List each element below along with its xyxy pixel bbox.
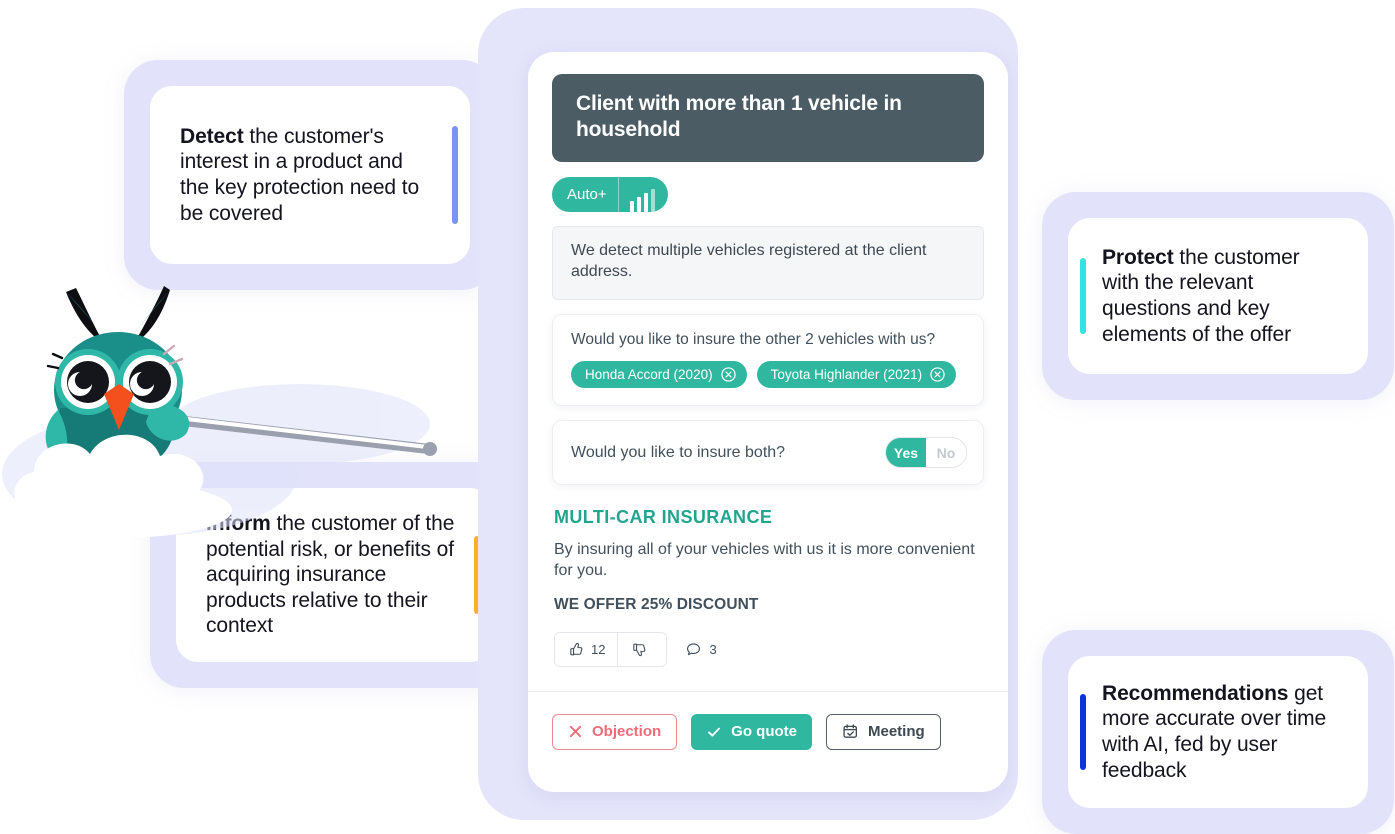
insure-both-label: Would you like to insure both?	[571, 443, 786, 461]
annotation-card-body: Inform the customer of the potential ris…	[176, 488, 492, 662]
annotation-text-detect: Detect the customer's interest in a prod…	[180, 124, 436, 226]
like-button[interactable]: 12	[555, 632, 618, 666]
toggle-option-yes[interactable]: Yes	[886, 438, 926, 468]
annotation-card-inform: Inform the customer of the potential ris…	[150, 462, 518, 688]
comment-bubble-icon	[687, 643, 701, 656]
yes-no-toggle[interactable]: Yes No	[885, 437, 967, 469]
reaction-group: 12	[554, 631, 668, 667]
close-x-icon	[569, 726, 582, 738]
thumbs-up-icon	[570, 642, 583, 656]
calendar-check-icon	[843, 724, 858, 739]
annotation-lead-detect: Detect	[180, 124, 244, 148]
go-quote-button-label: Go quote	[731, 723, 797, 741]
annotation-card-body: Protect the customer with the relevant q…	[1068, 218, 1368, 374]
reaction-row: 12 3	[554, 631, 982, 667]
vehicle-chip-label: Toyota Highlander (2021)	[770, 367, 923, 383]
panel-title: Client with more than 1 vehicle in house…	[552, 74, 984, 163]
vehicle-chip[interactable]: Honda Accord (2020)	[571, 361, 747, 389]
annotation-card-recommendations: Recommendations get more accurate over t…	[1042, 630, 1394, 834]
signal-bars-icon	[619, 177, 668, 213]
vehicle-question-text: Would you like to insure the other 2 veh…	[571, 330, 936, 348]
page-root: Detect the customer's interest in a prod…	[0, 0, 1395, 834]
go-quote-button[interactable]: Go quote	[691, 713, 812, 750]
annotation-card-protect: Protect the customer with the relevant q…	[1042, 192, 1394, 400]
recommendation-panel: Client with more than 1 vehicle in house…	[528, 52, 1008, 792]
offer-section: MULTI-CAR INSURANCE By insuring all of y…	[552, 507, 984, 667]
comment-count: 3	[709, 641, 717, 657]
vehicle-chip-label: Honda Accord (2020)	[585, 367, 713, 383]
product-badge-label: Auto+	[567, 186, 607, 204]
annotation-text-recommendations: Recommendations get more accurate over t…	[1102, 681, 1338, 783]
close-circle-icon[interactable]	[930, 367, 945, 382]
annotation-lead-recommendations: Recommendations	[1102, 681, 1289, 705]
close-circle-icon[interactable]	[720, 367, 736, 382]
annotation-lead-protect: Protect	[1102, 245, 1174, 269]
toggle-option-no[interactable]: No	[926, 438, 966, 468]
objection-button[interactable]: Objection	[552, 713, 678, 750]
detection-note: We detect multiple vehicles registered a…	[552, 226, 984, 300]
device-frame: Client with more than 1 vehicle in house…	[478, 8, 1018, 820]
annotation-lead-inform: Inform	[206, 511, 271, 535]
offer-discount: WE OFFER 25% DISCOUNT	[554, 595, 759, 613]
meeting-button-label: Meeting	[868, 723, 925, 741]
owl-body	[45, 286, 190, 472]
annotation-card-body: Detect the customer's interest in a prod…	[150, 86, 470, 264]
accent-bar-protect	[1080, 258, 1086, 334]
vehicle-chip[interactable]: Toyota Highlander (2021)	[756, 361, 957, 389]
badge-row: Auto+	[552, 177, 984, 213]
annotation-card-detect: Detect the customer's interest in a prod…	[124, 60, 496, 290]
like-count: 12	[591, 641, 606, 657]
pointer-stick-icon	[166, 414, 437, 456]
insure-both-card: Would you like to insure both? Yes No	[552, 420, 984, 486]
thumbs-down-icon	[633, 643, 646, 657]
meeting-button[interactable]: Meeting	[826, 713, 941, 750]
annotation-text-inform: Inform the customer of the potential ris…	[206, 511, 458, 639]
comment-button[interactable]: 3	[685, 641, 717, 658]
offer-title: MULTI-CAR INSURANCE	[554, 507, 773, 528]
annotation-text-protect: Protect the customer with the relevant q…	[1102, 245, 1338, 347]
dislike-button[interactable]	[617, 632, 667, 666]
product-badge[interactable]: Auto+	[552, 177, 668, 213]
vehicle-question-card: Would you like to insure the other 2 veh…	[552, 313, 984, 407]
action-bar: Objection Go quote Meeting	[552, 692, 984, 750]
accent-bar-detect	[452, 126, 458, 224]
vehicle-chip-list: Honda Accord (2020) Toyota Highlander (2…	[571, 361, 965, 389]
objection-button-label: Objection	[592, 723, 662, 741]
accent-bar-recommendations	[1080, 694, 1086, 770]
annotation-card-body: Recommendations get more accurate over t…	[1068, 656, 1368, 808]
offer-body: By insuring all of your vehicles with us…	[554, 541, 975, 580]
check-icon	[708, 727, 721, 737]
